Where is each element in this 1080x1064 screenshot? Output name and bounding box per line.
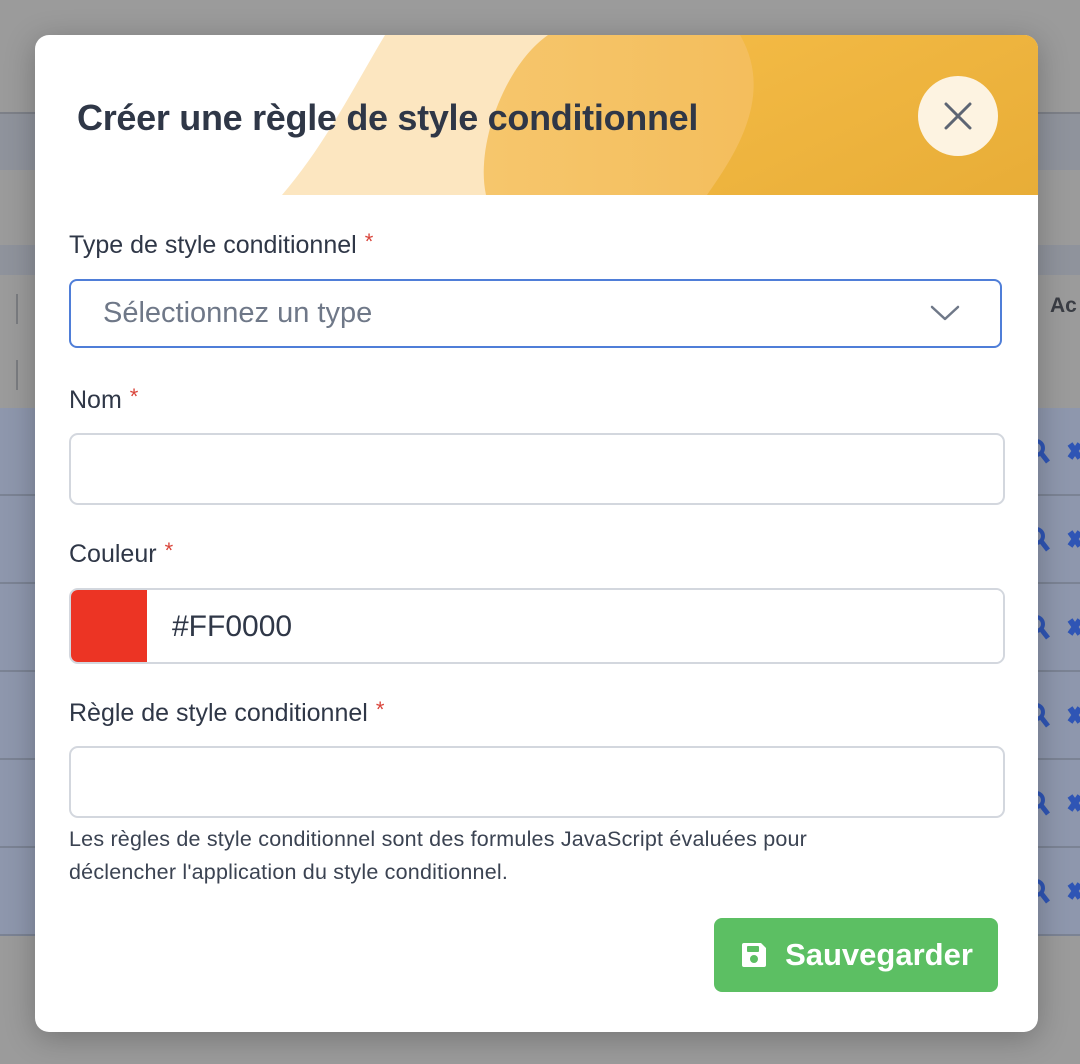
- modal-header: Créer une règle de style conditionnel: [35, 35, 1038, 195]
- color-value-input[interactable]: [147, 590, 1003, 662]
- color-label: Couleur *: [69, 538, 174, 569]
- name-input[interactable]: [69, 433, 1005, 505]
- color-swatch[interactable]: [71, 590, 147, 662]
- color-label-text: Couleur: [69, 540, 157, 568]
- save-button[interactable]: Sauvegarder: [714, 918, 998, 992]
- floppy-disk-icon: [742, 943, 767, 967]
- required-marker: *: [375, 697, 385, 722]
- close-button[interactable]: [918, 76, 998, 156]
- name-label: Nom *: [69, 384, 139, 415]
- type-label-text: Type de style conditionnel: [69, 231, 357, 259]
- modal-title: Créer une règle de style conditionnel: [77, 97, 699, 138]
- rule-input[interactable]: [69, 746, 1005, 818]
- name-label-text: Nom: [69, 386, 122, 414]
- background-column-separator: [16, 360, 18, 390]
- type-select[interactable]: Sélectionnez un type: [69, 279, 1002, 348]
- rule-help-line1: Les règles de style conditionnel sont de…: [69, 827, 808, 851]
- rule-label: Règle de style conditionnel *: [69, 697, 385, 728]
- rule-label-text: Règle de style conditionnel: [69, 699, 368, 727]
- close-icon: [944, 102, 972, 130]
- required-marker: *: [129, 384, 139, 409]
- rule-help-line2: déclencher l'application du style condit…: [69, 860, 509, 884]
- required-marker: *: [164, 538, 174, 563]
- background-column-header: Ac: [1050, 294, 1077, 317]
- chevron-down-icon: [930, 305, 960, 321]
- required-marker: *: [364, 229, 374, 254]
- save-button-label: Sauvegarder: [785, 937, 973, 972]
- rule-help-text: Les règles de style conditionnel sont de…: [69, 823, 989, 889]
- color-picker-group: [69, 588, 1005, 664]
- background-column-separator: [16, 294, 18, 324]
- create-rule-modal: Créer une règle de style conditionnel Ty…: [35, 35, 1038, 1032]
- type-select-placeholder: Sélectionnez un type: [103, 297, 373, 329]
- type-label: Type de style conditionnel *: [69, 229, 374, 260]
